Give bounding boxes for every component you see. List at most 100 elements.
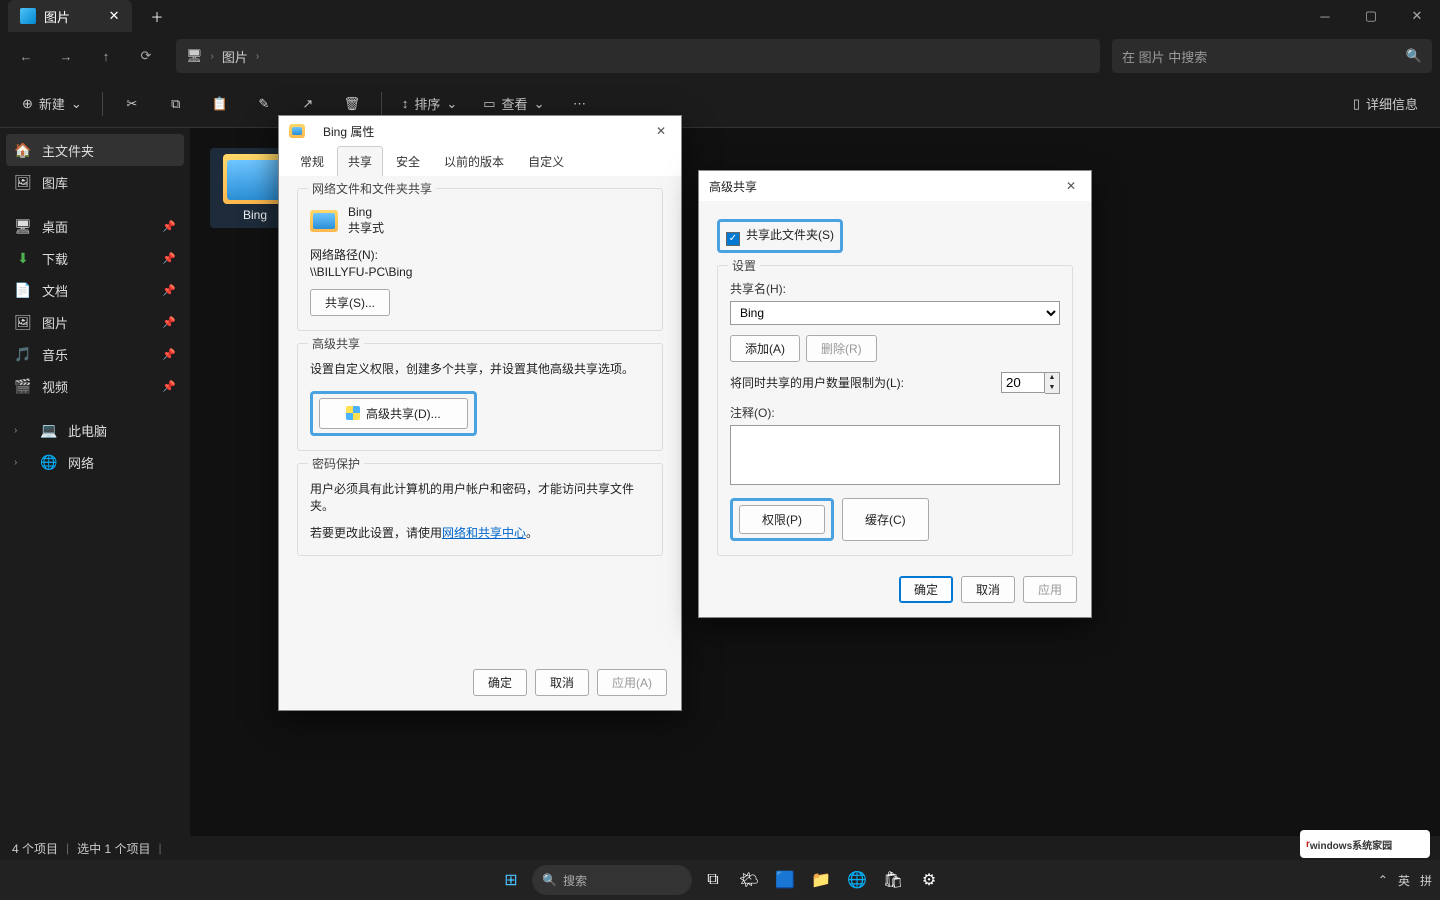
- user-limit-spinner[interactable]: ▲▼: [1001, 372, 1060, 394]
- comment-label: 注释(O):: [730, 404, 1060, 421]
- remove-button: 删除(R): [806, 335, 877, 362]
- share-folder-checkbox[interactable]: ✓共享此文件夹(S): [726, 228, 834, 242]
- pin-icon: 📌: [162, 348, 176, 361]
- new-tab-button[interactable]: ＋: [142, 1, 172, 31]
- permissions-button[interactable]: 权限(P): [739, 505, 825, 534]
- ime-mode[interactable]: 拼: [1420, 872, 1432, 889]
- widgets-button[interactable]: 🌤: [734, 865, 764, 895]
- checkbox-icon[interactable]: ✓: [726, 232, 740, 246]
- sidebar-item-videos[interactable]: 🎬视频📌: [6, 370, 184, 402]
- breadcrumb-pictures[interactable]: 图片: [222, 47, 248, 66]
- ok-button[interactable]: 确定: [899, 576, 953, 603]
- sidebar-item-home[interactable]: 🏠主文件夹: [6, 134, 184, 166]
- netpath-value: \\BILLYFU-PC\Bing: [310, 265, 650, 279]
- ellipsis-icon: ⋯: [573, 96, 586, 112]
- start-button[interactable]: ⊞: [496, 865, 526, 895]
- close-icon[interactable]: ✕: [1061, 176, 1081, 196]
- cut-button[interactable]: ✂: [113, 87, 151, 121]
- network-center-link[interactable]: 网络和共享中心: [442, 526, 526, 540]
- minimize-button[interactable]: ─: [1302, 0, 1348, 32]
- chevron-right-icon[interactable]: ›: [14, 457, 30, 468]
- up-button[interactable]: ↑: [88, 38, 124, 74]
- sidebar-item-pictures[interactable]: 🖼图片📌: [6, 306, 184, 338]
- sidebar-item-label: 下载: [42, 249, 68, 268]
- chevron-right-icon[interactable]: ›: [14, 425, 30, 436]
- share-button[interactable]: 共享(S)...: [310, 289, 390, 316]
- sidebar-item-label: 网络: [68, 453, 94, 472]
- user-limit-input[interactable]: [1001, 372, 1045, 393]
- cache-button[interactable]: 缓存(C): [842, 498, 929, 541]
- copy-button[interactable]: ⧉: [157, 87, 195, 121]
- search-placeholder: 在 图片 中搜索: [1122, 47, 1207, 66]
- sidebar: 🏠主文件夹 🖼图库 🖥桌面📌 ⬇下载📌 📄文档📌 🖼图片📌 🎵音乐📌 🎬视频📌 …: [0, 128, 190, 836]
- sidebar-item-downloads[interactable]: ⬇下载📌: [6, 242, 184, 274]
- sidebar-item-label: 此电脑: [68, 421, 107, 440]
- spin-down-icon[interactable]: ▼: [1045, 383, 1059, 393]
- tab-custom[interactable]: 自定义: [517, 146, 575, 176]
- new-label: 新建: [39, 94, 65, 113]
- tab-close-icon[interactable]: ✕: [108, 10, 120, 22]
- search-icon: 🔍: [1406, 48, 1422, 64]
- group-network-share: 网络文件和文件夹共享 Bing 共享式 网络路径(N): \\BILLYFU-P…: [297, 188, 663, 331]
- status-count: 4 个项目: [12, 840, 58, 857]
- sidebar-item-documents[interactable]: 📄文档📌: [6, 274, 184, 306]
- taskview-button[interactable]: ⧉: [698, 865, 728, 895]
- pw-desc2: 若要更改此设置，请使用网络和共享中心。: [310, 524, 650, 541]
- tab-previous[interactable]: 以前的版本: [433, 146, 515, 176]
- back-button[interactable]: ←: [8, 38, 44, 74]
- forward-button[interactable]: →: [48, 38, 84, 74]
- spin-up-icon[interactable]: ▲: [1045, 373, 1059, 383]
- settings-button[interactable]: ⚙: [914, 865, 944, 895]
- dialog-titlebar[interactable]: Bing 属性 ✕: [279, 116, 681, 146]
- tab-general[interactable]: 常规: [289, 146, 335, 176]
- highlight-permissions: 权限(P): [730, 498, 834, 541]
- music-icon: 🎵: [14, 345, 32, 363]
- sidebar-item-gallery[interactable]: 🖼图库: [6, 166, 184, 198]
- folder-name: Bing: [348, 205, 384, 219]
- tray-chevron-icon[interactable]: ⌃: [1378, 873, 1388, 887]
- comment-textarea[interactable]: [730, 425, 1060, 485]
- file-explorer-button[interactable]: 📁: [806, 865, 836, 895]
- ime-indicator[interactable]: 英: [1398, 872, 1410, 889]
- taskbar-search[interactable]: 🔍搜索: [532, 865, 692, 895]
- ok-button[interactable]: 确定: [473, 669, 527, 696]
- pictures-icon: 🖼: [14, 313, 32, 331]
- search-box[interactable]: 在 图片 中搜索 🔍: [1112, 39, 1432, 73]
- sidebar-item-network[interactable]: › 🌐 网络: [6, 446, 184, 478]
- sharename-select[interactable]: Bing: [730, 301, 1060, 325]
- details-pane-button[interactable]: ▯ 详细信息: [1343, 87, 1428, 121]
- network-icon: 🌐: [40, 453, 58, 471]
- edge-button[interactable]: 🌐: [842, 865, 872, 895]
- taskbar-app[interactable]: 🟦: [770, 865, 800, 895]
- chevron-right-icon: ›: [256, 51, 259, 62]
- new-button[interactable]: ⊕ 新建 ⌄: [12, 87, 92, 121]
- sidebar-item-thispc[interactable]: ›💻此电脑: [6, 414, 184, 446]
- tab-pictures[interactable]: 图片 ✕: [8, 0, 132, 32]
- cancel-button[interactable]: 取消: [961, 576, 1015, 603]
- plus-circle-icon: ⊕: [22, 96, 33, 112]
- pw-desc1: 用户必须具有此计算机的用户帐户和密码，才能访问共享文件夹。: [310, 480, 650, 514]
- dialog-titlebar[interactable]: 高级共享 ✕: [699, 171, 1091, 201]
- sidebar-item-label: 文档: [42, 281, 68, 300]
- pin-icon: 📌: [162, 252, 176, 265]
- tab-security[interactable]: 安全: [385, 146, 431, 176]
- advanced-share-button[interactable]: 高级共享(D)...: [319, 398, 468, 429]
- refresh-button[interactable]: ⟳: [128, 38, 164, 74]
- tab-share[interactable]: 共享: [337, 146, 383, 176]
- maximize-button[interactable]: ▢: [1348, 0, 1394, 32]
- dialog-body: 网络文件和文件夹共享 Bing 共享式 网络路径(N): \\BILLYFU-P…: [279, 176, 681, 580]
- sidebar-item-music[interactable]: 🎵音乐📌: [6, 338, 184, 370]
- add-button[interactable]: 添加(A): [730, 335, 800, 362]
- group-password-protect: 密码保护 用户必须具有此计算机的用户帐户和密码，才能访问共享文件夹。 若要更改此…: [297, 463, 663, 556]
- address-bar[interactable]: 🖥 › 图片 ›: [176, 39, 1100, 73]
- watermark-text: windows系统家园: [1310, 837, 1392, 852]
- close-icon[interactable]: ✕: [651, 121, 671, 141]
- sort-label: 排序: [414, 94, 440, 113]
- store-button[interactable]: 🛍: [878, 865, 908, 895]
- titlebar: 图片 ✕ ＋ ─ ▢ ✕: [0, 0, 1440, 32]
- window-controls: ─ ▢ ✕: [1302, 0, 1440, 32]
- group-settings: 设置 共享名(H): Bing 添加(A) 删除(R) 将同时共享的用户数量限制…: [717, 265, 1073, 556]
- sidebar-item-desktop[interactable]: 🖥桌面📌: [6, 210, 184, 242]
- cancel-button[interactable]: 取消: [535, 669, 589, 696]
- close-button[interactable]: ✕: [1394, 0, 1440, 32]
